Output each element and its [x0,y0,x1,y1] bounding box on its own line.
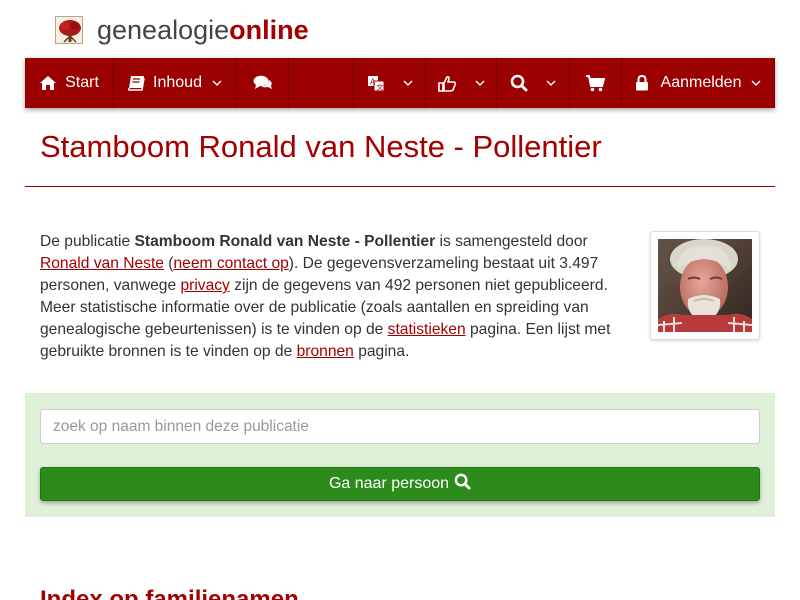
lock-icon [635,75,649,91]
svg-text:A: A [370,77,376,86]
person-search-input[interactable] [40,409,760,444]
chevron-down-icon [212,80,222,86]
thumbs-up-icon [437,75,457,92]
nav-language[interactable]: A文 [353,58,426,108]
site-logo[interactable]: genealogieonline [55,14,309,46]
contact-link[interactable]: neem contact op [174,255,289,272]
site-name-part1: genealogie [97,14,230,45]
language-icon: A文 [367,75,385,92]
nav-like[interactable] [426,58,497,108]
svg-text:文: 文 [376,82,383,91]
site-name-part2: online [229,14,309,45]
nav-aanmelden[interactable]: Aanmelden [622,58,775,108]
surname-index-heading: Index op familienamen [40,586,299,600]
family-tree-logo [55,16,83,44]
cart-icon [586,74,605,92]
intro-text: ( [163,255,174,272]
publication-name: Stamboom Ronald van Neste - Pollentier [134,233,436,250]
intro-text: is samengesteld door [435,233,588,250]
author-link[interactable]: Ronald van Neste [40,255,164,272]
search-icon [449,473,471,495]
author-photo [657,239,753,332]
statistics-link[interactable]: statistieken [388,321,466,338]
sources-link[interactable]: bronnen [297,343,354,360]
chevron-down-icon [546,80,556,86]
nav-start[interactable]: Start [25,58,114,108]
chevron-down-icon [475,80,485,86]
nav-inhoud-label: Inhoud [153,74,202,91]
intro-text: De publicatie [40,233,135,250]
search-icon [510,74,528,92]
book-icon [128,75,145,91]
nav-inhoud[interactable]: Inhoud [114,58,237,108]
go-to-person-label: Ga naar persoon [328,475,450,492]
chevron-down-icon [403,80,413,86]
nav-aanmelden-label: Aanmelden [660,74,742,91]
author-portrait [650,231,760,340]
title-divider [25,186,775,187]
nav-comments[interactable] [237,58,289,108]
home-icon [39,75,57,91]
site-name: genealogieonline [97,14,309,45]
go-to-person-button[interactable]: Ga naar persoon [40,467,760,501]
comments-icon [253,75,273,91]
page-title: Stamboom Ronald van Neste - Pollentier [40,129,602,164]
person-search-panel: Ga naar persoon [25,393,775,517]
nav-start-label: Start [65,74,99,91]
privacy-link[interactable]: privacy [180,277,229,294]
intro-text: pagina. [353,343,410,360]
nav-search[interactable] [497,58,570,108]
chevron-down-icon [751,80,761,86]
main-navbar: Start Inhoud A文 Aanmelden [25,58,775,108]
publication-intro: De publicatie Stamboom Ronald van Neste … [40,231,620,363]
nav-cart[interactable] [570,58,622,108]
